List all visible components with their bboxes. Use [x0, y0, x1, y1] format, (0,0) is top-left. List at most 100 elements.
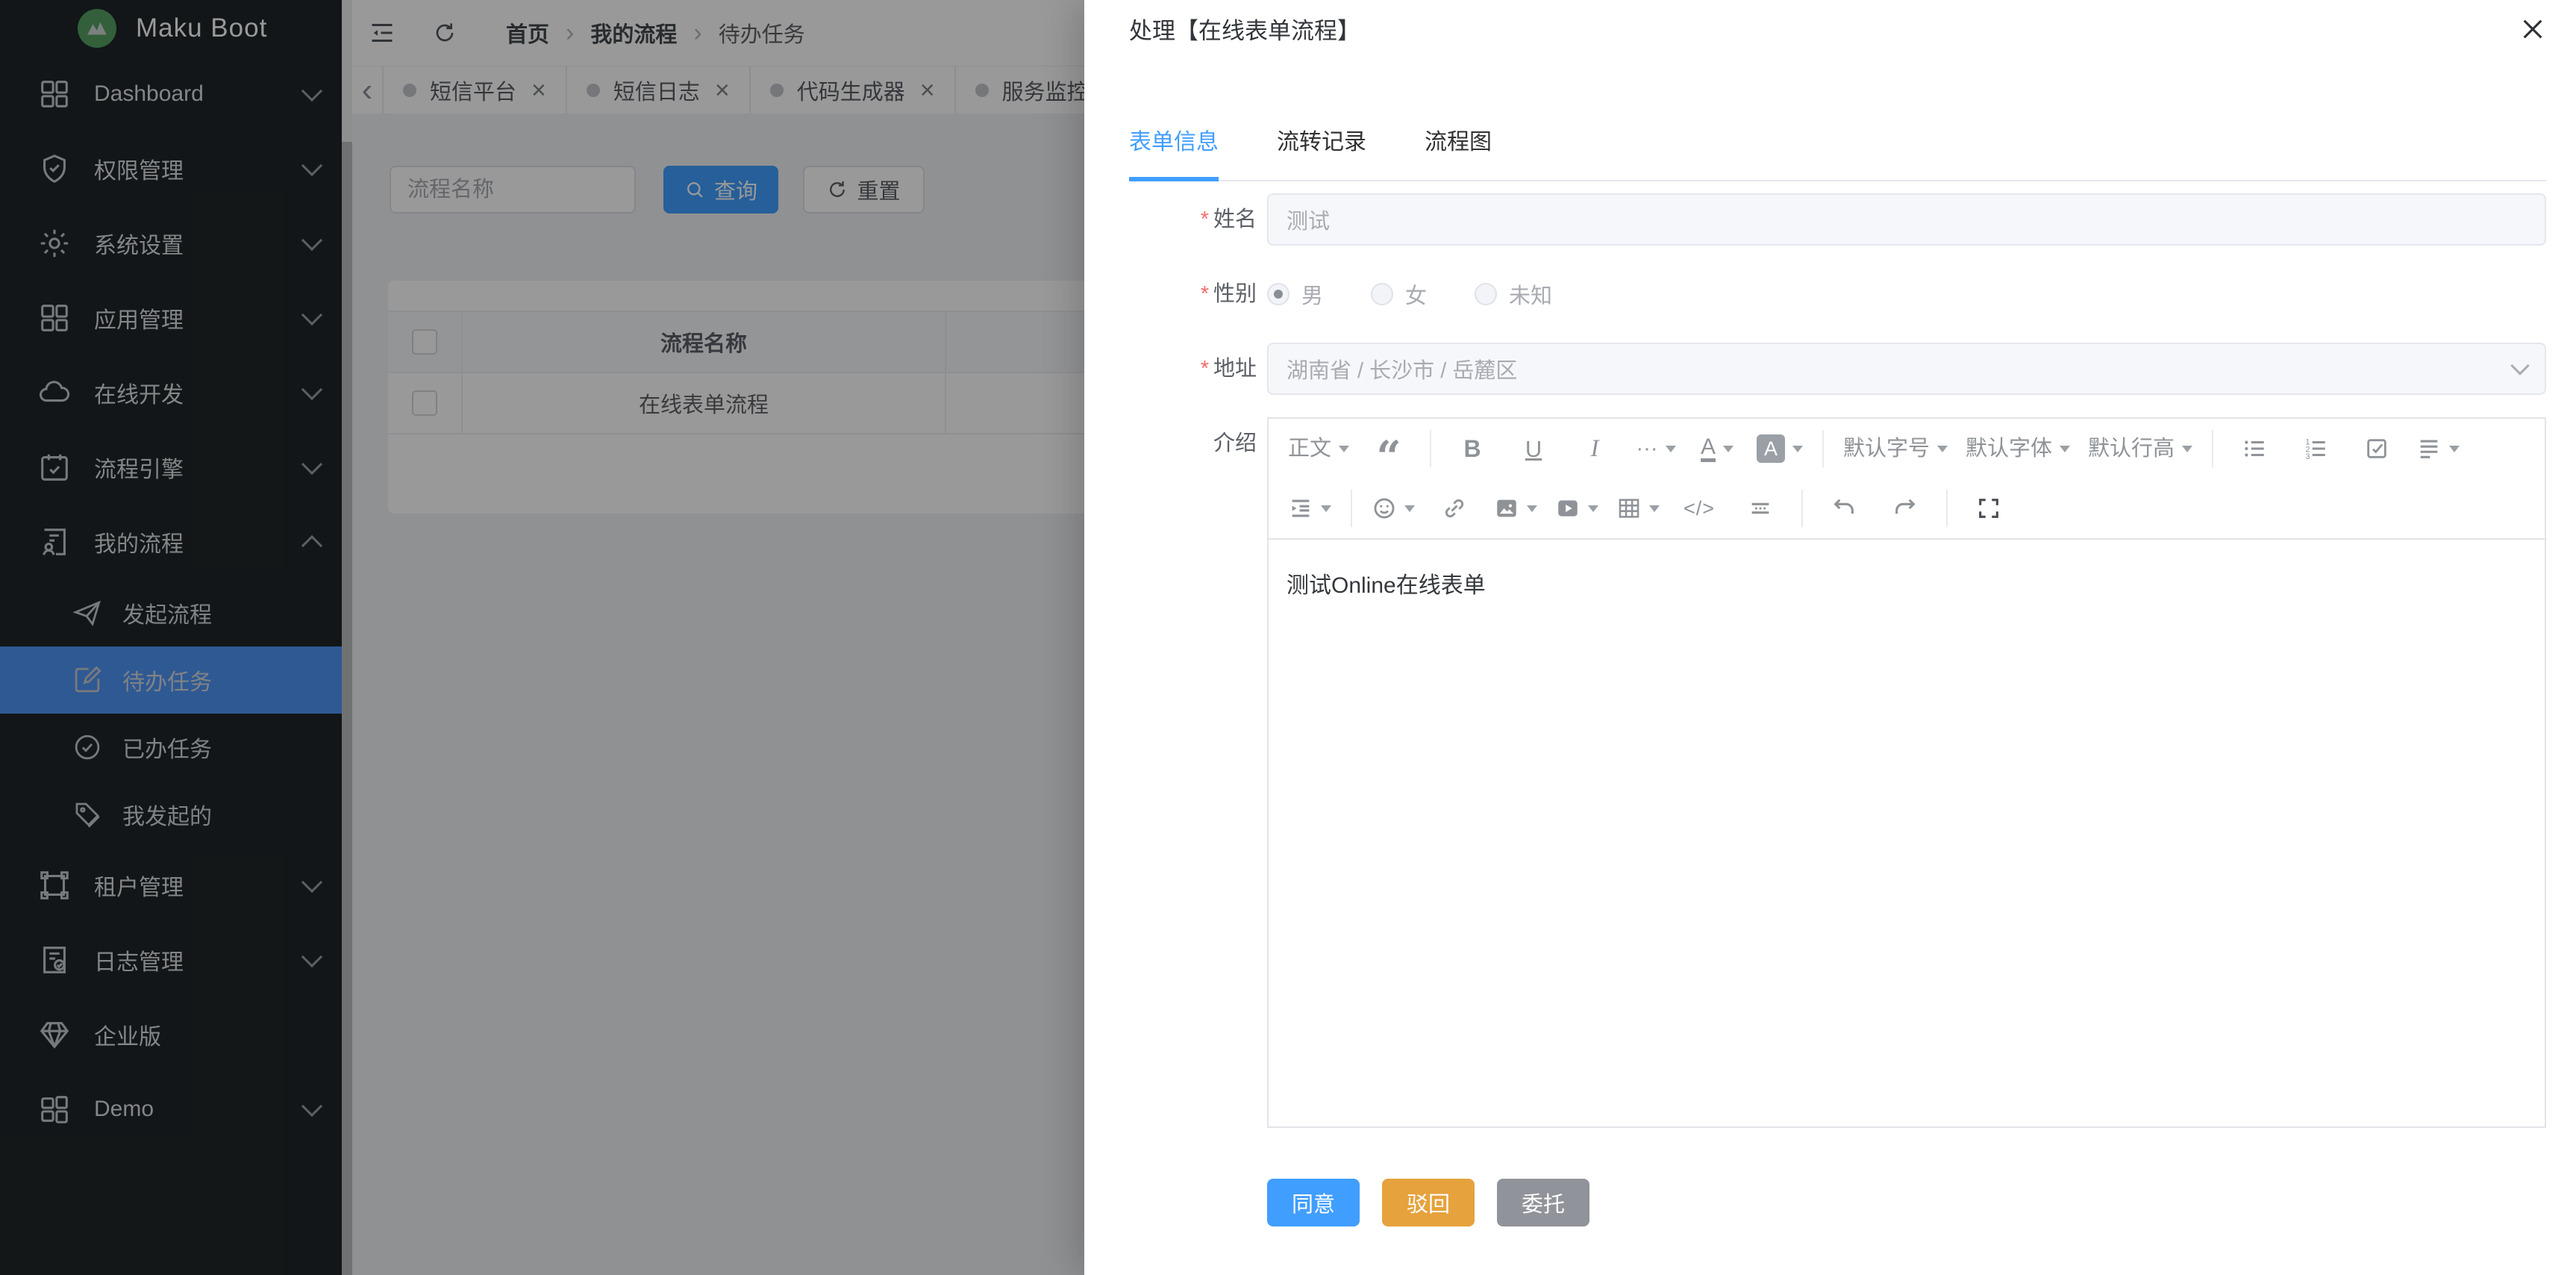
delegate-button[interactable]: 委托 — [1497, 1179, 1589, 1226]
approve-button[interactable]: 同意 — [1267, 1179, 1360, 1226]
horizontal-rule-icon — [1748, 496, 1773, 521]
numbered-list-icon: 1 2 3 — [2303, 436, 2328, 461]
justify-dropdown[interactable] — [2407, 426, 2469, 471]
address-field-label: *地址 — [1084, 343, 1267, 395]
fullscreen-icon — [1976, 496, 2001, 521]
todo-list-button[interactable] — [2346, 426, 2407, 471]
editor-toolbar-row2: </> — [1269, 478, 2545, 538]
caret-down-icon — [2060, 446, 2070, 452]
toolbar-divider — [1822, 430, 1824, 467]
font-family-dropdown[interactable]: 默认字体 — [1957, 426, 2079, 471]
toolbar-divider — [2212, 430, 2213, 467]
caret-down-icon — [1527, 505, 1537, 512]
radio-unchecked-icon — [1475, 283, 1497, 305]
radio-checked-icon — [1267, 283, 1289, 305]
caret-down-icon — [1321, 505, 1331, 512]
drawer-actions: 同意 驳回 委托 — [1267, 1179, 2576, 1226]
radio-label: 女 — [1405, 278, 1427, 310]
gender-radio-male[interactable]: 男 — [1267, 278, 1323, 310]
emoji-dropdown[interactable] — [1363, 486, 1424, 531]
image-icon — [1494, 496, 1519, 521]
form-row-name: *姓名 测试 — [1084, 193, 2546, 246]
toolbar-divider — [1946, 490, 1948, 527]
numbered-list-button[interactable]: 1 2 3 — [2285, 426, 2346, 471]
name-field-label: *姓名 — [1084, 193, 1267, 246]
line-height-dropdown[interactable]: 默认行高 — [2079, 426, 2201, 471]
table-icon — [1616, 496, 1642, 521]
radio-unchecked-icon — [1371, 283, 1393, 305]
underline-button[interactable]: U — [1503, 426, 1564, 471]
name-field[interactable]: 测试 — [1267, 193, 2546, 246]
toolbar-divider — [1430, 430, 1431, 467]
image-dropdown[interactable] — [1485, 486, 1546, 531]
drawer-close-button[interactable] — [2516, 13, 2549, 46]
bold-button[interactable]: B — [1442, 426, 1503, 471]
gender-radio-female[interactable]: 女 — [1371, 278, 1427, 310]
gender-radio-group: 男 女 未知 — [1267, 268, 1600, 320]
process-drawer: 处理【在线表单流程】 表单信息 流转记录 流程图 *姓名 测试 *性别 — [1084, 0, 2576, 1275]
gender-radio-unknown[interactable]: 未知 — [1475, 278, 1552, 310]
tab-flow-diagram[interactable]: 流程图 — [1425, 129, 1492, 181]
font-color-dropdown[interactable]: A — [1686, 426, 1748, 471]
modal-overlay[interactable] — [0, 0, 1084, 1275]
toolbar-divider — [1801, 490, 1803, 527]
caret-down-icon — [2449, 446, 2460, 452]
tab-form-info[interactable]: 表单信息 — [1129, 129, 1219, 181]
emoji-icon — [1372, 496, 1397, 521]
caret-down-icon — [2182, 446, 2192, 452]
drawer-title: 处理【在线表单流程】 — [1129, 12, 1360, 46]
font-size-dropdown[interactable]: 默认字号 — [1834, 426, 1957, 471]
more-style-dropdown[interactable]: ··· — [1625, 426, 1686, 471]
italic-button[interactable]: I — [1564, 426, 1625, 471]
intro-field-label: 介绍 — [1084, 417, 1267, 470]
undo-button[interactable] — [1813, 486, 1875, 531]
caret-down-icon — [1404, 505, 1415, 512]
blockquote-button[interactable]: “ — [1358, 426, 1419, 471]
redo-icon — [1892, 496, 1918, 521]
bulleted-list-icon — [2242, 436, 2267, 461]
align-icon — [2416, 436, 2442, 461]
video-dropdown[interactable] — [1546, 486, 1607, 531]
code-block-button[interactable]: </> — [1669, 486, 1730, 531]
caret-down-icon — [1666, 446, 1676, 452]
caret-down-icon — [1937, 446, 1948, 452]
caret-down-icon — [1649, 505, 1660, 512]
required-asterisk: * — [1201, 208, 1209, 231]
address-cascader-value: 湖南省 / 长沙市 / 岳麓区 — [1287, 353, 1517, 384]
form-row-address: *地址 湖南省 / 长沙市 / 岳麓区 — [1084, 343, 2546, 395]
address-cascader[interactable]: 湖南省 / 长沙市 / 岳麓区 — [1267, 343, 2546, 395]
drawer-header: 处理【在线表单流程】 — [1084, 0, 2576, 46]
drawer-tabs: 表单信息 流转记录 流程图 — [1129, 129, 2546, 181]
toolbar-divider — [1351, 490, 1352, 527]
divider-button[interactable] — [1730, 486, 1791, 531]
reject-button[interactable]: 驳回 — [1382, 1179, 1475, 1226]
rich-text-editor: 正文 “ B U I ··· A A — [1267, 417, 2546, 1128]
caret-down-icon — [1339, 446, 1349, 452]
chevron-down-icon — [2510, 356, 2529, 375]
redo-button[interactable] — [1875, 486, 1936, 531]
editor-toolbar-row1: 正文 “ B U I ··· A A — [1269, 419, 2545, 478]
video-icon — [1555, 496, 1581, 521]
tab-flow-records[interactable]: 流转记录 — [1277, 129, 1366, 181]
required-asterisk: * — [1201, 357, 1209, 381]
todo-checkbox-icon — [2364, 436, 2389, 461]
caret-down-icon — [1588, 505, 1598, 512]
close-icon — [2520, 16, 2545, 42]
radio-label: 未知 — [1509, 278, 1552, 310]
caret-down-icon — [1723, 446, 1734, 452]
app-root: Maku Boot Dashboard 权限管理 — [0, 0, 2576, 1275]
link-icon — [1442, 496, 1467, 521]
editor-content[interactable]: 测试Online在线表单 — [1269, 540, 2545, 1126]
table-dropdown[interactable] — [1607, 486, 1669, 531]
svg-text:3: 3 — [2306, 452, 2310, 461]
gender-field-label: *性别 — [1084, 268, 1267, 320]
paragraph-style-dropdown[interactable]: 正文 — [1279, 426, 1358, 471]
indent-dropdown[interactable] — [1279, 486, 1340, 531]
bulleted-list-button[interactable] — [2224, 426, 2285, 471]
radio-label: 男 — [1301, 278, 1323, 310]
form-row-intro: 介绍 正文 “ B U I ··· A — [1084, 417, 2546, 1128]
bg-color-dropdown[interactable]: A — [1748, 426, 1812, 471]
caret-down-icon — [1792, 446, 1803, 452]
fullscreen-button[interactable] — [1958, 486, 2019, 531]
link-button[interactable] — [1424, 486, 1485, 531]
